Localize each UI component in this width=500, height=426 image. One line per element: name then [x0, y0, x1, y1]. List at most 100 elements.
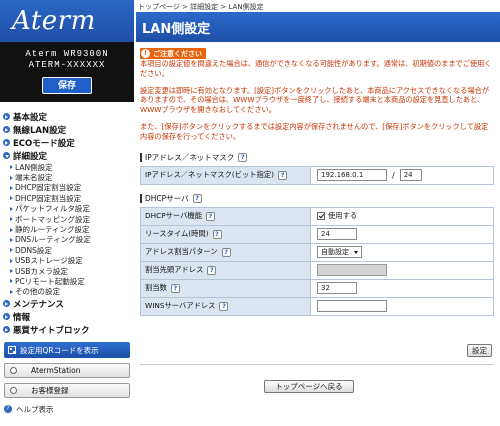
triangle-icon	[10, 185, 13, 190]
sidebar-subitem-static-routing[interactable]: 静的ルーティング設定	[0, 224, 134, 234]
triangle-icon	[10, 237, 13, 242]
arrow-down-bullet-icon	[3, 152, 10, 159]
sidebar-subitem-dhcp-fixed-2[interactable]: DHCP固定割当設定	[0, 193, 134, 203]
help-label: ヘルプ表示	[16, 405, 54, 414]
save-button[interactable]: 保存	[42, 77, 92, 94]
help-icon[interactable]: ?	[207, 266, 217, 276]
help-link[interactable]: ? ヘルプ表示	[4, 405, 134, 414]
section-marker	[140, 194, 142, 204]
divider	[140, 364, 494, 365]
help-icon[interactable]: ?	[238, 153, 248, 163]
netmask-input[interactable]: 24	[399, 169, 422, 182]
sidebar: Aterm Aterm WR9300N ATERM-XXXXXX 保存 基本設定…	[0, 0, 134, 426]
register-button[interactable]: お客様登録	[4, 383, 130, 399]
table-row: IPアドレス／ネットマスク(ビット指定)? 192.168.0.1/24	[140, 165, 494, 185]
qr-code-button[interactable]: 設定用QRコードを表示	[4, 342, 130, 359]
breadcrumb: トップページ > 詳細設定 > LAN側設定	[138, 3, 264, 11]
table-row: 割当数? 32	[140, 278, 494, 298]
subitem-label: DNSルーティング設定	[15, 235, 91, 245]
aterm-logo: Aterm	[12, 6, 96, 36]
triangle-icon	[10, 206, 13, 211]
field-label: リースタイム(時間)?	[140, 224, 311, 244]
sidebar-item-maintenance[interactable]: メンテナンス	[0, 297, 134, 310]
help-icon[interactable]: ?	[278, 171, 287, 181]
help-icon[interactable]: ?	[212, 230, 222, 240]
sidebar-subitem-dns-routing[interactable]: DNSルーティング設定	[0, 235, 134, 245]
qr-code-button-label: 設定用QRコードを表示	[20, 345, 99, 355]
model-name: Aterm WR9300N	[25, 49, 109, 59]
field-value: 自動設定	[310, 242, 494, 262]
sidebar-item-label: 情報	[13, 312, 31, 323]
allocation-count-input[interactable]: 32	[317, 282, 357, 295]
dhcp-table: DHCPサーバ機能? 使用する リースタイム(時間)? 24 アドレス割当パター…	[140, 206, 494, 316]
subitem-label: その他の設定	[15, 287, 60, 297]
sidebar-subitem-dhcp-fixed-1[interactable]: DHCP固定割当設定	[0, 183, 134, 193]
triangle-icon	[10, 217, 13, 222]
field-label: 割当数?	[140, 278, 311, 298]
sidebar-item-wireless[interactable]: 無線LAN設定	[0, 123, 134, 136]
arrow-bullet-icon	[3, 313, 10, 321]
section-title: IPアドレス／ネットマスク	[145, 153, 235, 163]
sidebar-item-site-block[interactable]: 悪質サイトブロック	[0, 323, 134, 336]
sidebar-subitem-port-mapping[interactable]: ポートマッピング設定	[0, 214, 134, 224]
page-title-bar: LAN側設定	[136, 12, 500, 42]
sidebar-subitem-ddns[interactable]: DDNS設定	[0, 245, 134, 255]
subitem-label: DHCP固定割当設定	[15, 193, 82, 203]
start-address-input[interactable]	[317, 264, 387, 277]
help-icon[interactable]: ?	[206, 212, 216, 222]
sidebar-subitem-other[interactable]: その他の設定	[0, 287, 134, 297]
caution-badge-label: ご注意ください	[153, 49, 202, 58]
checkbox-label: 使用する	[328, 211, 358, 221]
triangle-icon	[10, 289, 13, 294]
field-label: 割当先頭アドレス?	[140, 260, 311, 280]
sidebar-subitem-packet-filter[interactable]: パケットフィルタ設定	[0, 204, 134, 214]
field-value: 24	[310, 224, 494, 244]
sidebar-item-eco[interactable]: ECOモード設定	[0, 136, 134, 149]
back-to-top-button[interactable]: トップページへ戻る	[264, 380, 354, 393]
set-button[interactable]: 設定	[467, 344, 492, 357]
sidebar-item-basic[interactable]: 基本設定	[0, 110, 134, 123]
triangle-icon	[10, 269, 13, 274]
sidebar-subitem-hostname[interactable]: 端末名設定	[0, 172, 134, 182]
section-heading: IPアドレス／ネットマスク ?	[140, 152, 494, 164]
triangle-icon	[10, 258, 13, 263]
sidebar-subitem-pc-wake[interactable]: PCリモート起動設定	[0, 276, 134, 286]
field-label: アドレス割当パターン?	[140, 242, 311, 262]
help-icon[interactable]: ?	[192, 194, 202, 204]
aterm-station-label: AtermStation	[31, 366, 81, 376]
dhcp-section: DHCPサーバ ? DHCPサーバ機能? 使用する リースタイム(時間)? 24…	[140, 193, 494, 316]
ip-section: IPアドレス／ネットマスク ? IPアドレス／ネットマスク(ビット指定)? 19…	[140, 152, 494, 185]
warning-paragraph-2: 設定変更は即時に有効となります。[設定]ボタンをクリックしたあと、本商品にアクセ…	[140, 85, 490, 115]
field-value: 使用する	[310, 206, 494, 226]
table-row: アドレス割当パターン? 自動設定	[140, 242, 494, 262]
subitem-label: PCリモート起動設定	[15, 277, 85, 286]
lease-time-input[interactable]: 24	[317, 228, 357, 241]
help-icon[interactable]: ?	[221, 248, 231, 258]
help-icon[interactable]: ?	[219, 302, 229, 312]
model-info: Aterm WR9300N ATERM-XXXXXX 保存	[0, 42, 134, 102]
sidebar-item-info[interactable]: 情報	[0, 310, 134, 323]
circle-icon	[10, 387, 17, 395]
field-label: WINSサーバアドレス?	[140, 296, 311, 316]
circle-icon	[10, 367, 17, 375]
field-label: IPアドレス／ネットマスク(ビット指定)?	[140, 165, 311, 185]
aterm-station-button[interactable]: AtermStation	[4, 363, 130, 379]
exclamation-icon: !	[141, 49, 150, 58]
chevron-down-icon	[354, 250, 358, 254]
allocation-pattern-select[interactable]: 自動設定	[317, 246, 362, 259]
sidebar-subitem-usb-storage[interactable]: USBストレージ設定	[0, 256, 134, 266]
triangle-icon	[10, 175, 13, 180]
sidebar-subitem-lan[interactable]: LAN側設定	[0, 162, 134, 172]
select-value: 自動設定	[321, 248, 349, 257]
wins-server-input[interactable]	[317, 300, 387, 313]
sidebar-subitem-usb-camera[interactable]: USBカメラ設定	[0, 266, 134, 276]
triangle-icon	[10, 196, 13, 201]
arrow-bullet-icon	[3, 126, 10, 133]
table-row: リースタイム(時間)? 24	[140, 224, 494, 244]
sidebar-item-advanced[interactable]: 詳細設定	[0, 149, 134, 162]
subitem-label: DDNS設定	[15, 245, 52, 255]
help-icon[interactable]: ?	[170, 284, 180, 294]
ip-address-input[interactable]: 192.168.0.1	[317, 169, 387, 182]
dhcp-enable-checkbox[interactable]	[317, 212, 325, 221]
main-content: トップページ > 詳細設定 > LAN側設定 LAN側設定 ! ご注意ください …	[134, 0, 500, 426]
